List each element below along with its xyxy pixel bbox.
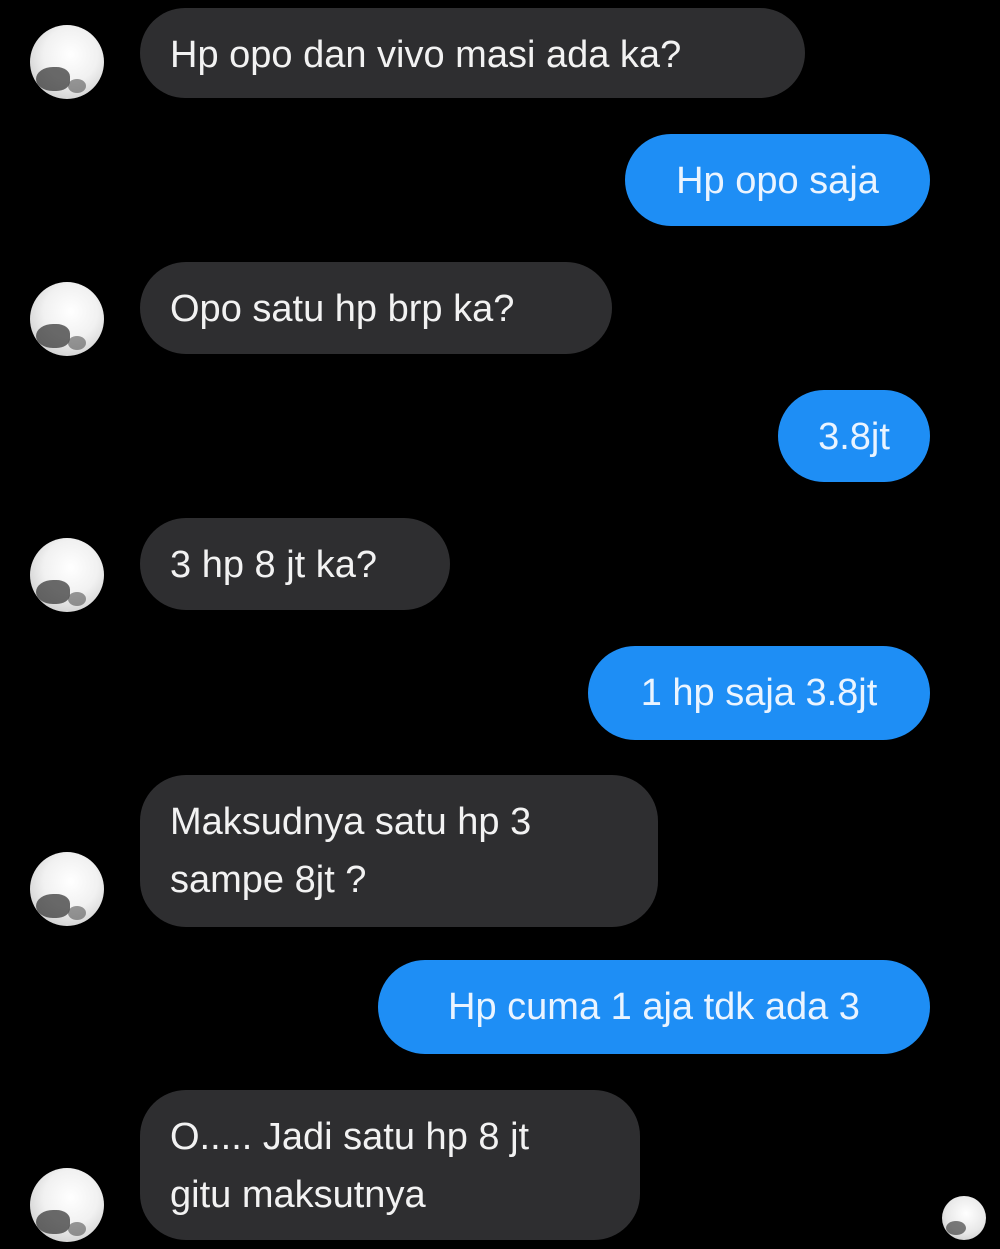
message-text: Hp opo dan vivo masi ada ka? [170, 34, 682, 76]
contact-avatar-icon[interactable] [30, 852, 104, 926]
incoming-message-bubble[interactable]: O..... Jadi satu hp 8 jt gitu maksutnya [140, 1090, 640, 1240]
contact-avatar-icon[interactable] [30, 282, 104, 356]
message-text: Hp cuma 1 aja tdk ada 3 [448, 986, 860, 1028]
message-text-line: gitu maksutnya [170, 1174, 426, 1216]
message-text: 1 hp saja 3.8jt [640, 672, 878, 714]
message-text: Opo satu hp brp ka? [170, 288, 515, 330]
message-text-line: sampe 8jt ? [170, 859, 367, 901]
incoming-message-bubble[interactable]: 3 hp 8 jt ka? [140, 518, 450, 610]
contact-avatar-icon[interactable] [30, 1168, 104, 1242]
outgoing-message-bubble[interactable]: 3.8jt [778, 390, 930, 482]
outgoing-message-bubble[interactable]: Hp cuma 1 aja tdk ada 3 [378, 960, 930, 1054]
message-text: 3.8jt [818, 416, 890, 458]
seen-avatar-icon [942, 1196, 986, 1240]
message-text-line: Maksudnya satu hp 3 [170, 801, 532, 843]
incoming-message-bubble[interactable]: Opo satu hp brp ka? [140, 262, 612, 354]
message-text: 3 hp 8 jt ka? [170, 544, 378, 586]
outgoing-message-bubble[interactable]: Hp opo saja [625, 134, 930, 226]
message-text: Hp opo saja [676, 160, 879, 202]
outgoing-message-bubble[interactable]: 1 hp saja 3.8jt [588, 646, 930, 740]
message-text-line: O..... Jadi satu hp 8 jt [170, 1116, 530, 1158]
incoming-message-bubble[interactable]: Maksudnya satu hp 3 sampe 8jt ? [140, 775, 658, 927]
incoming-message-bubble[interactable]: Hp opo dan vivo masi ada ka? [140, 8, 805, 98]
chat-thread: Hp opo dan vivo masi ada ka? Hp opo saja… [0, 0, 1000, 1249]
contact-avatar-icon[interactable] [30, 538, 104, 612]
contact-avatar-icon[interactable] [30, 25, 104, 99]
